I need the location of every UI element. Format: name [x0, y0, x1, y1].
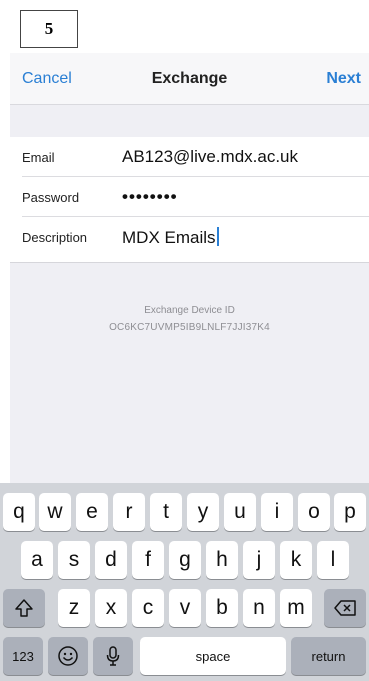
description-label: Description	[22, 230, 88, 245]
password-field[interactable]: ••••••••	[122, 187, 178, 207]
key-h[interactable]: h	[206, 541, 238, 579]
row-divider	[22, 216, 369, 217]
description-field-wrap[interactable]: MDX Emails	[122, 227, 219, 248]
key-o[interactable]: o	[298, 493, 330, 531]
key-s[interactable]: s	[58, 541, 90, 579]
step-number-label: 5	[20, 10, 78, 48]
description-field[interactable]: MDX Emails	[122, 228, 216, 247]
email-row[interactable]: Email AB123@live.mdx.ac.uk	[10, 139, 369, 177]
key-w[interactable]: w	[39, 493, 71, 531]
key-t[interactable]: t	[150, 493, 182, 531]
navigation-bar: Cancel Exchange Next	[10, 53, 369, 105]
key-q[interactable]: q	[3, 493, 35, 531]
emoji-key[interactable]	[48, 637, 88, 675]
email-field[interactable]: AB123@live.mdx.ac.uk	[122, 147, 298, 167]
shift-key[interactable]	[3, 589, 45, 627]
device-id-value: OC6KC7UVMP5IB9LNLF7JJI37K4	[109, 322, 270, 333]
key-y[interactable]: y	[187, 493, 219, 531]
email-label: Email	[22, 150, 55, 165]
on-screen-keyboard: q w e r t y u i o p a s d f g h j k l z …	[0, 483, 369, 681]
emoji-icon	[57, 645, 79, 667]
key-p[interactable]: p	[334, 493, 366, 531]
microphone-icon	[105, 645, 121, 667]
key-v[interactable]: v	[169, 589, 201, 627]
key-u[interactable]: u	[224, 493, 256, 531]
key-m[interactable]: m	[280, 589, 312, 627]
page-title: Exchange	[151, 70, 228, 87]
section-spacer	[10, 105, 369, 137]
key-k[interactable]: k	[280, 541, 312, 579]
delete-icon	[333, 599, 357, 617]
key-i[interactable]: i	[261, 493, 293, 531]
row-divider	[22, 176, 369, 177]
key-c[interactable]: c	[132, 589, 164, 627]
text-cursor	[216, 227, 219, 246]
device-id-label: Exchange Device ID	[144, 305, 235, 316]
description-row[interactable]: Description MDX Emails	[10, 219, 369, 257]
next-button[interactable]: Next	[326, 70, 361, 88]
key-a[interactable]: a	[21, 541, 53, 579]
key-f[interactable]: f	[132, 541, 164, 579]
device-info-section: Exchange Device ID OC6KC7UVMP5IB9LNLF7JJ…	[10, 263, 369, 483]
account-form: Email AB123@live.mdx.ac.uk Password ••••…	[10, 137, 369, 263]
key-g[interactable]: g	[169, 541, 201, 579]
password-row[interactable]: Password ••••••••	[10, 179, 369, 217]
dictation-key[interactable]	[93, 637, 133, 675]
numbers-key[interactable]: 123	[3, 637, 43, 675]
key-l[interactable]: l	[317, 541, 349, 579]
key-j[interactable]: j	[243, 541, 275, 579]
delete-key[interactable]	[324, 589, 366, 627]
key-n[interactable]: n	[243, 589, 275, 627]
shift-icon	[14, 598, 34, 618]
space-key[interactable]: space	[140, 637, 286, 675]
password-label: Password	[22, 190, 80, 205]
key-r[interactable]: r	[113, 493, 145, 531]
key-b[interactable]: b	[206, 589, 238, 627]
key-x[interactable]: x	[95, 589, 127, 627]
key-e[interactable]: e	[76, 493, 108, 531]
return-key[interactable]: return	[291, 637, 366, 675]
key-z[interactable]: z	[58, 589, 90, 627]
key-d[interactable]: d	[95, 541, 127, 579]
